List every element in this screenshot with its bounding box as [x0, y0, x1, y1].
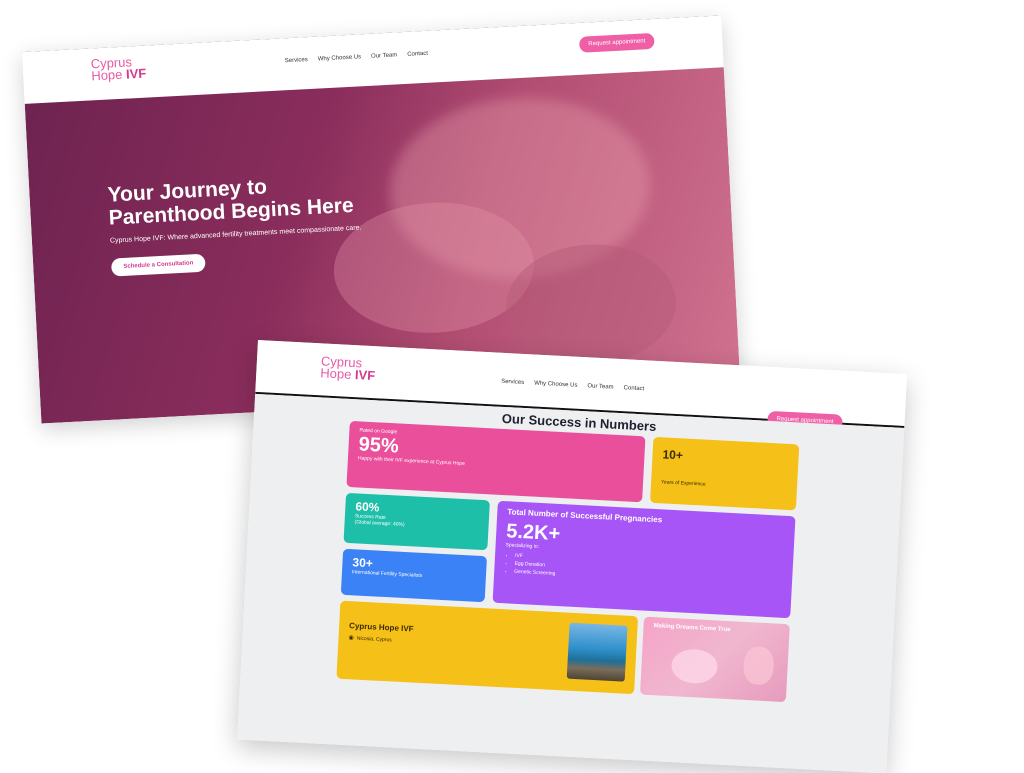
pregnancies-card: Total Number of Successful Pregnancies 5… — [492, 500, 796, 619]
brand-logo[interactable]: Cyprus Hope IVF — [319, 353, 376, 384]
nav-our-team[interactable]: Our Team — [371, 52, 398, 59]
nav-contact[interactable]: Contact — [407, 51, 428, 58]
nav-contact[interactable]: Contact — [623, 385, 644, 392]
years-label: Years of Experience — [660, 479, 706, 488]
nav-why-choose-us[interactable]: Why Choose Us — [318, 54, 362, 62]
stats-section: Our Success in Numbers Rated on Google 9… — [237, 393, 905, 773]
hero-content: Your Journey to Parenthood Begins Here C… — [107, 168, 411, 277]
baby-photo — [670, 648, 719, 685]
nav-services[interactable]: Services — [285, 57, 308, 64]
nav-our-team[interactable]: Our Team — [587, 383, 614, 390]
years-card: 10+ Years of Experience — [650, 436, 800, 511]
teddy-bear-photo — [742, 645, 775, 686]
stats-page-screenshot: Cyprus Hope IVF Services Why Choose Us O… — [237, 340, 908, 773]
nav-links: Services Why Choose Us Our Team Contact — [501, 379, 644, 392]
hero-title: Your Journey to Parenthood Begins Here — [107, 168, 409, 229]
logo-word-ivf: IVF — [125, 65, 147, 82]
specialists-card: 30+ International Fertility Specialists — [340, 548, 487, 603]
dreams-title: Making Dreams Come True — [653, 623, 731, 634]
coast-photo — [566, 622, 628, 682]
google-rating-card: Rated on Google 95% Happy with their IVF… — [346, 420, 646, 503]
location-card: Cyprus Hope IVF ◉ Nicosia, Cyprus — [336, 600, 639, 695]
logo-line2: Hope IVF — [319, 365, 376, 384]
logo-word-hope: Hope — [90, 66, 123, 84]
logo-word-ivf: IVF — [354, 367, 376, 384]
map-pin-icon: ◉ — [348, 635, 354, 642]
brand-logo[interactable]: Cyprus Hope IVF — [90, 54, 147, 84]
nav-services[interactable]: Services — [501, 379, 524, 386]
request-appointment-button[interactable]: Request appointment — [578, 32, 655, 53]
schedule-consultation-button[interactable]: Schedule a Consultation — [110, 253, 206, 277]
nav-links: Services Why Choose Us Our Team Contact — [285, 51, 428, 64]
location-place: Nicosia, Cyprus — [356, 635, 392, 644]
dreams-card: Making Dreams Come True — [639, 616, 790, 703]
nav-why-choose-us[interactable]: Why Choose Us — [534, 381, 578, 389]
logo-line2: Hope IVF — [90, 65, 147, 84]
success-rate-card: 60% Success Rate (Global average: 40%) — [343, 492, 490, 551]
years-value: 10+ — [662, 447, 684, 463]
logo-word-hope: Hope — [319, 365, 352, 382]
